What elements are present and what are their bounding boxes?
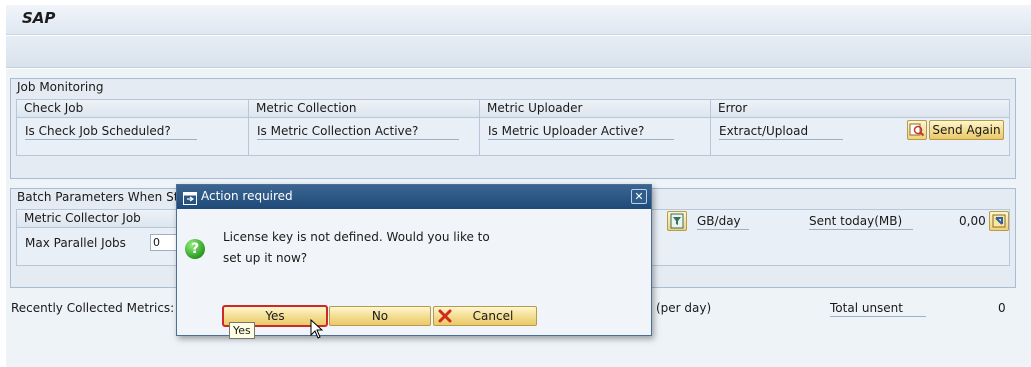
dialog-title: Action required (201, 189, 293, 203)
column-header-metric-uploader: Metric Uploader (480, 100, 711, 118)
window-icon (183, 190, 197, 213)
metric-collection-cell: Is Metric Collection Active? (249, 118, 480, 156)
question-icon: ? (185, 239, 205, 259)
application-toolbar (6, 36, 1031, 68)
metric-uploader-label: Is Metric Uploader Active? (488, 123, 674, 140)
job-monitoring-table: Check Job Metric Collection Metric Uploa… (16, 99, 1010, 156)
sent-today-value: 0,00 (959, 214, 986, 228)
dialog-title-bar: Action required ✕ (177, 185, 651, 209)
send-again-button[interactable]: Send Again (929, 120, 1004, 140)
app-title: SAP (22, 9, 56, 27)
dialog-message-line-1: License key is not defined. Would you li… (223, 230, 490, 244)
total-unsent-value: 0 (998, 301, 1006, 315)
metric-uploader-cell: Is Metric Uploader Active? (480, 118, 711, 156)
error-label: Extract/Upload (719, 123, 843, 140)
filter-icon[interactable] (667, 211, 687, 231)
column-header-metric-collection: Metric Collection (249, 100, 480, 118)
export-icon[interactable] (989, 211, 1009, 231)
sent-today-label: Sent today(MB) (809, 213, 913, 230)
metric-collector-job-header: Metric Collector Job (17, 210, 177, 228)
magnifier-icon[interactable] (907, 120, 927, 140)
group-title: Batch Parameters When Star (17, 190, 191, 204)
job-monitoring-group: Job Monitoring Check Job Metric Collecti… (10, 78, 1016, 179)
dialog-message-line-2: set up it now? (223, 251, 308, 265)
max-parallel-jobs-field[interactable]: 0 (150, 234, 178, 251)
check-job-cell: Is Check Job Scheduled? (17, 118, 249, 156)
cancel-button[interactable]: Cancel (433, 306, 537, 326)
action-required-dialog: Action required ✕ ? License key is not d… (176, 184, 652, 336)
column-header-check-job: Check Job (17, 100, 249, 118)
total-unsent-label: Total unsent (830, 300, 926, 317)
no-button[interactable]: No (329, 306, 431, 326)
mouse-cursor-icon (310, 318, 324, 343)
metric-collection-label: Is Metric Collection Active? (257, 123, 459, 140)
check-job-label: Is Check Job Scheduled? (25, 123, 197, 140)
column-header-error: Error (711, 100, 1009, 118)
max-parallel-jobs-label: Max Parallel Jobs (25, 236, 126, 250)
close-icon[interactable]: ✕ (631, 189, 647, 204)
red-x-icon (438, 309, 452, 328)
tooltip: Yes (229, 322, 255, 339)
per-day-label: (per day) (656, 301, 712, 315)
gb-day-label: GB/day (697, 213, 749, 230)
cancel-label: Cancel (472, 309, 514, 323)
error-cell: Extract/Upload Send Again (711, 118, 1009, 156)
recently-collected-label: Recently Collected Metrics: (11, 301, 175, 315)
title-bar: SAP (6, 5, 1031, 35)
group-title: Job Monitoring (17, 80, 104, 94)
